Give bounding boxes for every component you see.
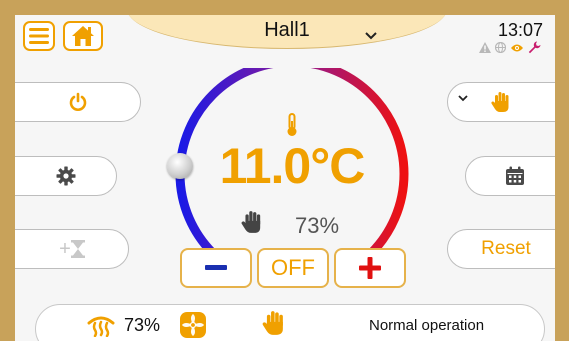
status-icons — [479, 41, 541, 54]
device-frame: Hall1 13:07 + Reset 11.0°C 73% OFF 73% N… — [0, 0, 569, 341]
humidity-value: 73% — [295, 213, 340, 238]
heat-icon — [87, 316, 115, 337]
thermometer-icon — [287, 113, 297, 136]
chevron-down-icon — [458, 95, 468, 102]
warning-icon — [479, 42, 491, 53]
temperature-dial[interactable]: 11.0°C 73% — [165, 68, 419, 258]
mode-selector[interactable] — [447, 82, 555, 122]
chevron-down-icon — [365, 32, 377, 40]
power-button[interactable] — [15, 82, 141, 122]
dial-knob[interactable] — [167, 153, 193, 179]
plus-icon — [359, 257, 381, 279]
hand-icon — [262, 311, 283, 335]
hamburger-icon — [29, 28, 49, 44]
hourglass-icon — [70, 240, 85, 258]
gear-icon — [56, 166, 76, 186]
heating-output: 73% — [124, 315, 161, 335]
eye-icon — [511, 44, 523, 51]
timer-boost-button[interactable]: + — [15, 229, 129, 269]
hand-icon — [491, 92, 509, 112]
globe-icon — [495, 42, 506, 53]
calendar-icon — [506, 166, 524, 185]
menu-button[interactable] — [23, 21, 55, 51]
zone-selector[interactable]: Hall1 — [127, 15, 447, 49]
schedule-button[interactable] — [465, 156, 555, 196]
clock: 13:07 — [497, 20, 543, 40]
home-icon — [72, 26, 94, 46]
hand-icon — [241, 211, 261, 233]
power-icon — [69, 92, 87, 111]
fan-icon — [180, 312, 206, 338]
increase-button[interactable] — [334, 248, 406, 288]
operation-mode: Normal operation — [369, 317, 485, 334]
status-bar: 73% Normal operation — [35, 304, 545, 341]
temperature-setpoint: 11.0°C — [219, 138, 366, 194]
decrease-button[interactable] — [180, 248, 252, 288]
zone-name: Hall1 — [264, 19, 310, 41]
wrench-icon — [528, 41, 541, 54]
off-button[interactable]: OFF — [257, 248, 329, 288]
minus-icon — [205, 265, 227, 270]
thermostat-screen: Hall1 13:07 + Reset 11.0°C 73% OFF 73% N… — [15, 15, 555, 341]
reset-label: Reset — [481, 238, 531, 259]
settings-button[interactable] — [15, 156, 117, 196]
timer-boost-label: + — [59, 237, 71, 260]
off-label: OFF — [271, 255, 315, 280]
top-bar: Hall1 13:07 — [15, 15, 555, 55]
home-button[interactable] — [63, 21, 103, 51]
reset-button[interactable]: Reset — [447, 229, 555, 269]
